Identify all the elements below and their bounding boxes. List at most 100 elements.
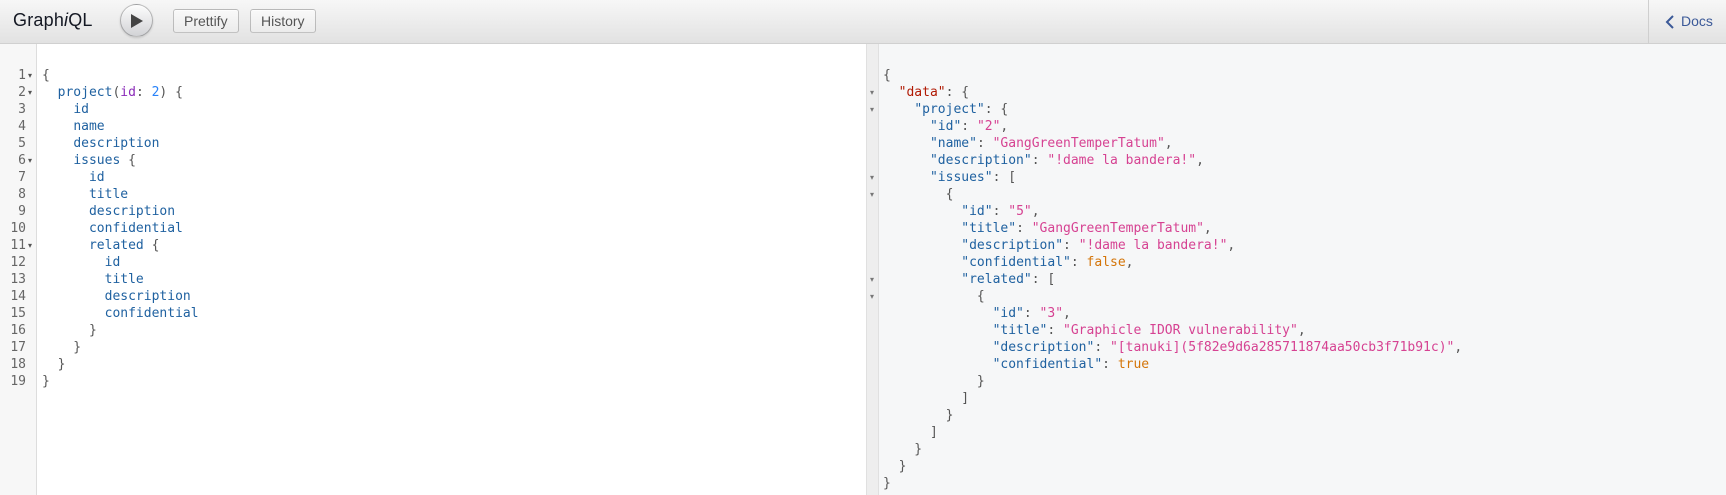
fold-toggle-icon[interactable]: ▾: [28, 237, 32, 254]
code-token: "issues": [929, 170, 993, 185]
fold-toggle-icon[interactable]: ▾: [870, 169, 874, 186]
code-token: ,: [1227, 238, 1236, 253]
code-token: name: [73, 119, 105, 134]
code-line: description: [42, 203, 175, 220]
code-token: :: [1047, 323, 1064, 338]
code-line: description: [42, 135, 159, 152]
line-number: 5: [18, 136, 26, 151]
code-token: "5": [1008, 204, 1032, 219]
code-token: "GangGreenTemperTatum": [992, 136, 1165, 151]
code-token: "!dame la bandera!": [1047, 153, 1197, 168]
result-line: {: [883, 186, 954, 203]
code-line: }: [42, 322, 97, 339]
docs-button[interactable]: Docs: [1648, 0, 1726, 44]
result-line: }: [883, 458, 907, 475]
code-line: related {: [42, 237, 159, 254]
result-line: "description": "!dame la bandera!",: [883, 237, 1235, 254]
result-line: }: [883, 441, 922, 458]
code-line: project(id: 2) {: [42, 84, 183, 101]
result-line: "confidential": false,: [883, 254, 1133, 271]
code-token: id: [73, 102, 89, 117]
code-token: "name": [929, 136, 977, 151]
fold-toggle-icon[interactable]: ▾: [870, 84, 874, 101]
code-token: ) {: [159, 85, 183, 100]
code-token: ,: [1000, 119, 1009, 134]
code-token: :: [1070, 255, 1087, 270]
code-token: ,: [1203, 221, 1212, 236]
result-line: "project": {: [883, 101, 1008, 118]
fold-toggle-icon[interactable]: ▾: [28, 84, 32, 101]
result-line: "title": "Graphicle IDOR vulnerability",: [883, 322, 1306, 339]
line-number: 2: [18, 85, 26, 100]
result-line: "issues": [: [883, 169, 1016, 186]
fold-toggle-icon[interactable]: ▾: [870, 186, 874, 203]
code-token: : [: [992, 170, 1017, 185]
code-token: ,: [1031, 204, 1040, 219]
result-line: "title": "GangGreenTemperTatum",: [883, 220, 1212, 237]
code-token: }: [42, 323, 97, 338]
code-token: ]: [883, 391, 970, 406]
code-token: ]: [883, 425, 938, 440]
fold-toggle-icon[interactable]: ▾: [28, 152, 32, 169]
fold-toggle-icon[interactable]: ▾: [870, 288, 874, 305]
result-line: "description": "[tanuki](5f82e9d6a285711…: [883, 339, 1463, 356]
fold-toggle-icon[interactable]: ▾: [28, 67, 32, 84]
code-token: {: [883, 187, 954, 202]
result-line: "data": {: [883, 84, 969, 101]
prettify-button[interactable]: Prettify: [173, 9, 239, 33]
fold-toggle-icon[interactable]: ▾: [870, 271, 874, 288]
result-viewer: { "data": { "project": { "id": "2", "nam…: [879, 44, 1726, 495]
line-number: 14: [10, 289, 26, 304]
line-number: 7: [18, 170, 26, 185]
code-token: }: [883, 459, 907, 474]
code-line: {: [42, 67, 50, 84]
fold-toggle-icon[interactable]: ▾: [870, 101, 874, 118]
result-line: {: [883, 288, 985, 305]
code-token: "description": [992, 340, 1095, 355]
result-line: "id": "2",: [883, 118, 1008, 135]
code-token: ,: [1125, 255, 1134, 270]
code-token: "3": [1039, 306, 1064, 321]
code-token: ,: [1063, 306, 1071, 321]
chevron-left-icon: [1665, 15, 1674, 29]
result-line: {: [883, 67, 891, 84]
code-token: issues: [73, 153, 121, 168]
result-line: "description": "!dame la bandera!",: [883, 152, 1204, 169]
line-number: 6: [18, 153, 26, 168]
pane-divider[interactable]: ▾ ▾ ▾ ▾ ▾ ▾: [866, 44, 879, 495]
code-token: :: [1102, 357, 1118, 372]
title-prefix: Graph: [13, 10, 65, 30]
app-title: GraphiQL: [13, 10, 93, 31]
play-icon: [131, 14, 143, 28]
code-token: "data": [898, 85, 946, 100]
code-token: "[tanuki](5f82e9d6a285711874aa50cb3f71b9…: [1109, 340, 1455, 355]
execute-query-button[interactable]: [120, 4, 153, 37]
code-token: project: [57, 85, 113, 100]
query-editor[interactable]: 1 ▾ 2 ▾ 3 4 5 6 ▾ 7 8 9 10 11 ▾ 12 13 14 15 16 17 18 19 { proj…: [0, 44, 866, 495]
code-token: {: [42, 68, 50, 83]
code-token: :: [1016, 221, 1032, 236]
history-button[interactable]: History: [250, 9, 316, 33]
code-line: confidential: [42, 305, 199, 322]
code-line: }: [42, 339, 81, 356]
line-number: 3: [18, 102, 26, 117]
code-token: ,: [1297, 323, 1306, 338]
code-token: "description": [961, 238, 1064, 253]
code-token: }: [883, 442, 923, 457]
code-line: confidential: [42, 220, 183, 237]
code-token: confidential: [88, 221, 183, 236]
